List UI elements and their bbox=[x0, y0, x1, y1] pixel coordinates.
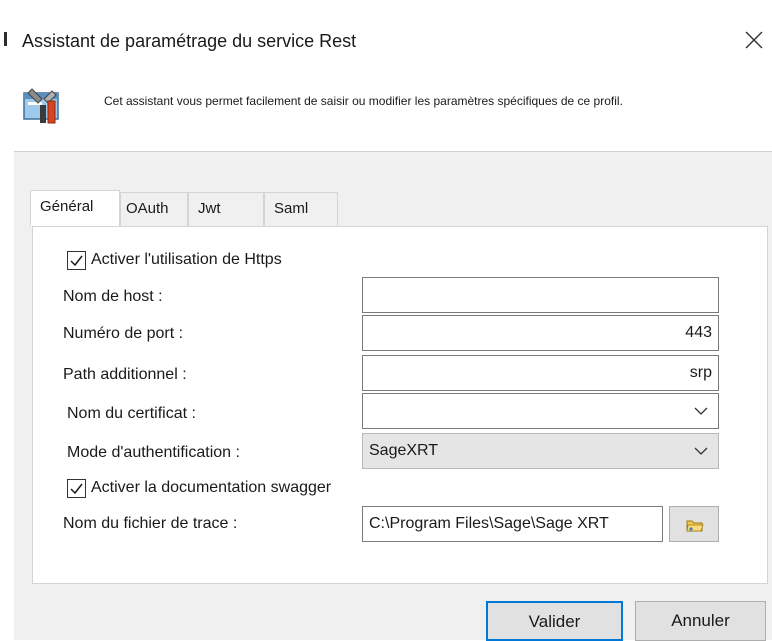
host-input[interactable] bbox=[362, 277, 719, 313]
tab-jwt[interactable]: Jwt bbox=[188, 192, 264, 226]
https-checkbox[interactable] bbox=[67, 251, 86, 270]
tab-label: Saml bbox=[274, 200, 309, 217]
certificate-label: Nom du certificat : bbox=[67, 405, 196, 422]
certificate-select[interactable] bbox=[362, 393, 719, 429]
valider-button[interactable]: Valider bbox=[486, 601, 623, 641]
annuler-button[interactable]: Annuler bbox=[635, 601, 766, 641]
auth-mode-label: Mode d'authentification : bbox=[67, 444, 240, 461]
browse-button[interactable] bbox=[669, 506, 719, 542]
window-marker bbox=[4, 32, 7, 46]
trace-file-input[interactable]: C:\Program Files\Sage\Sage XRT bbox=[362, 506, 663, 542]
trace-file-label: Nom du fichier de trace : bbox=[63, 515, 238, 532]
tools-icon bbox=[22, 85, 64, 127]
tab-general[interactable]: Général bbox=[30, 190, 120, 226]
tab-oauth[interactable]: OAuth bbox=[120, 192, 188, 226]
swagger-checkbox-label: Activer la documentation swagger bbox=[91, 479, 332, 496]
port-label: Numéro de port : bbox=[63, 325, 184, 342]
folder-icon bbox=[686, 520, 704, 532]
chevron-down-icon bbox=[694, 407, 708, 415]
tab-saml[interactable]: Saml bbox=[264, 192, 338, 226]
auth-mode-select[interactable]: SageXRT bbox=[362, 433, 719, 469]
chevron-down-icon bbox=[694, 447, 708, 455]
checkmark-icon bbox=[70, 255, 83, 267]
auth-mode-value: SageXRT bbox=[369, 442, 439, 459]
dialog-window: Assistant de paramétrage du service Rest… bbox=[0, 0, 772, 641]
port-input[interactable]: 443 bbox=[362, 315, 719, 351]
tab-label: OAuth bbox=[126, 200, 169, 217]
path-label: Path additionnel : bbox=[63, 366, 187, 383]
tab-label: Général bbox=[40, 198, 94, 215]
close-icon bbox=[745, 31, 763, 49]
dialog-description: Cet assistant vous permet facilement de … bbox=[104, 94, 623, 108]
path-input[interactable]: srp bbox=[362, 355, 719, 391]
close-button[interactable] bbox=[740, 26, 768, 54]
checkmark-icon bbox=[70, 483, 83, 495]
swagger-checkbox[interactable] bbox=[67, 479, 86, 498]
tab-label: Jwt bbox=[198, 200, 221, 217]
dialog-title: Assistant de paramétrage du service Rest bbox=[22, 31, 357, 51]
window-edge bbox=[0, 0, 14, 640]
https-checkbox-label: Activer l'utilisation de Https bbox=[91, 251, 282, 268]
host-label: Nom de host : bbox=[63, 288, 163, 305]
